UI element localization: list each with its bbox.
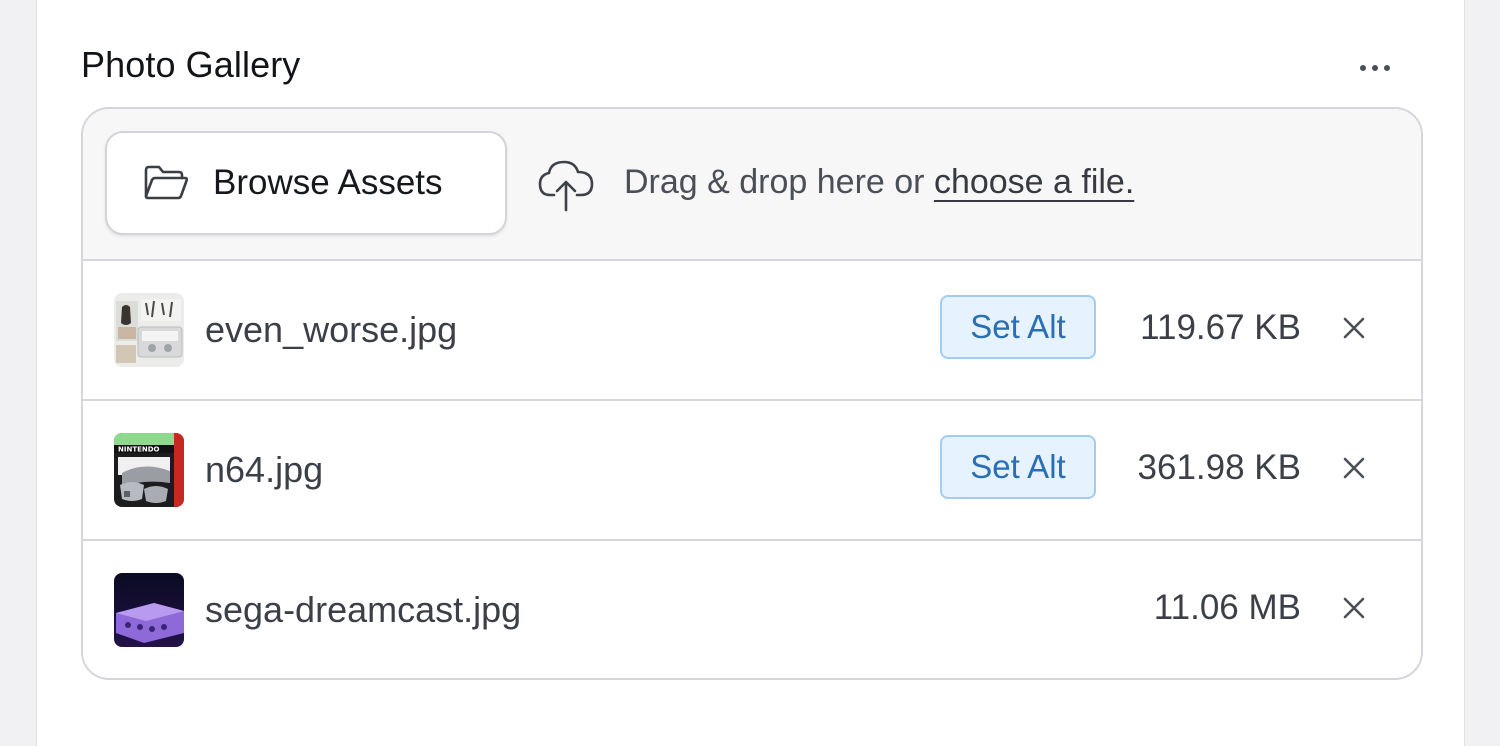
drop-instructions: Drag & drop here or choose a file.	[624, 163, 1134, 202]
file-size: 361.98 KB	[1137, 448, 1301, 487]
file-row: sega-dreamcast.jpg 11.06 MB	[83, 541, 1421, 678]
cloud-upload-icon	[538, 160, 594, 212]
drop-text: Drag & drop here or	[624, 163, 934, 201]
gallery-panel: Photo Gallery Browse Assets Drag & drop …	[36, 0, 1465, 746]
thumbnail-image: NINTENDO	[114, 433, 184, 507]
more-options-button[interactable]	[1352, 48, 1398, 88]
more-horizontal-icon	[1372, 65, 1378, 71]
close-icon[interactable]	[1339, 453, 1369, 483]
file-size: 119.67 KB	[1140, 308, 1301, 347]
file-row: NINTENDO n64.jpg Set Alt 361.98 KB	[83, 401, 1421, 541]
browse-assets-label: Browse Assets	[213, 163, 443, 202]
close-icon[interactable]	[1339, 313, 1369, 343]
thumbnail-image	[114, 573, 184, 647]
more-horizontal-icon	[1360, 65, 1366, 71]
file-row: even_worse.jpg Set Alt 119.67 KB	[83, 261, 1421, 401]
browse-assets-button[interactable]: Browse Assets	[105, 131, 507, 235]
section-title: Photo Gallery	[81, 44, 301, 85]
svg-text:NINTENDO: NINTENDO	[118, 446, 160, 454]
dropzone[interactable]: Browse Assets Drag & drop here or choose…	[83, 109, 1421, 261]
file-thumbnail	[114, 293, 184, 367]
folder-open-icon	[144, 165, 189, 200]
file-name: sega-dreamcast.jpg	[205, 589, 522, 630]
more-horizontal-icon	[1384, 65, 1390, 71]
file-thumbnail: NINTENDO	[114, 433, 184, 507]
set-alt-button[interactable]: Set Alt	[940, 295, 1096, 359]
choose-file-link[interactable]: choose a file.	[934, 163, 1134, 201]
file-thumbnail	[114, 573, 184, 647]
file-name: even_worse.jpg	[205, 309, 458, 350]
section-header: Photo Gallery	[81, 40, 1420, 92]
file-name: n64.jpg	[205, 449, 324, 490]
thumbnail-image	[114, 293, 184, 367]
set-alt-button[interactable]: Set Alt	[940, 435, 1096, 499]
close-icon[interactable]	[1339, 593, 1369, 623]
file-uploader: Browse Assets Drag & drop here or choose…	[81, 107, 1423, 680]
file-size: 11.06 MB	[1153, 588, 1301, 627]
